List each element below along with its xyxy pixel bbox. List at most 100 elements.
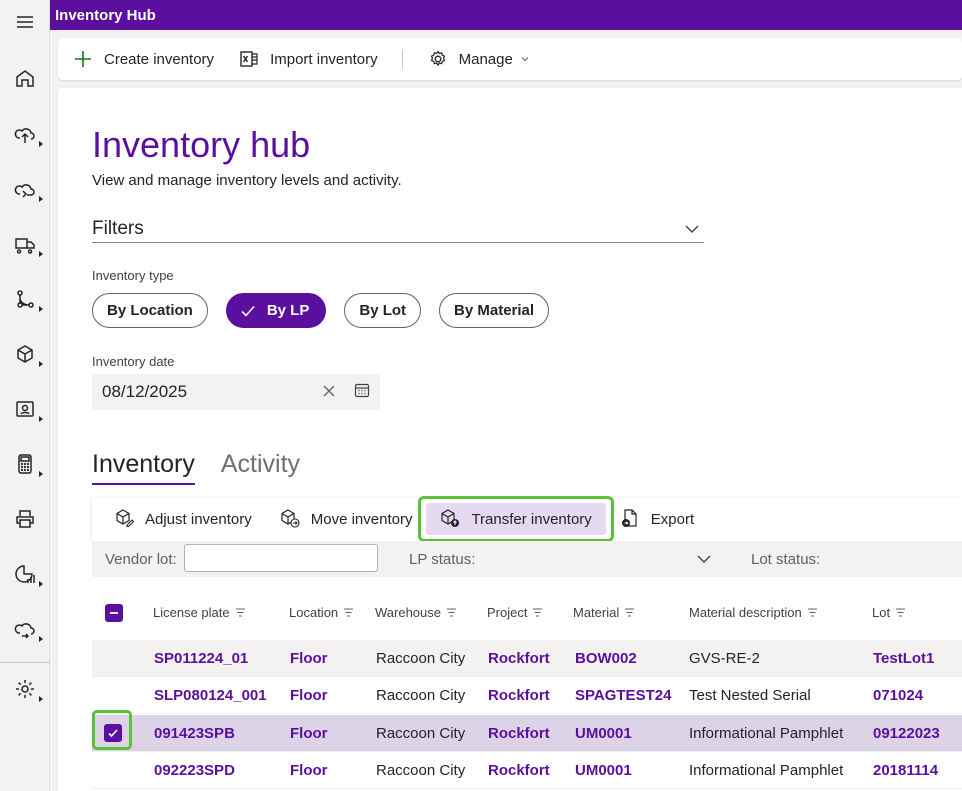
material-link[interactable]: UM0001 bbox=[575, 725, 632, 742]
pill-label: By Lot bbox=[359, 302, 407, 319]
rail-cloud-sync[interactable] bbox=[0, 607, 50, 651]
page-title: Inventory hub bbox=[92, 124, 311, 165]
checkmark-icon bbox=[108, 729, 118, 738]
export-label: Export bbox=[650, 510, 695, 528]
lot-link[interactable]: 20181114 bbox=[873, 762, 938, 779]
create-inventory-label: Create inventory bbox=[104, 50, 215, 68]
license-plate-link[interactable]: SLP080124_001 bbox=[154, 687, 267, 704]
rail-workflow[interactable] bbox=[0, 277, 50, 321]
export-button[interactable]: Export bbox=[620, 497, 694, 541]
import-inventory-button[interactable]: Import inventory bbox=[238, 38, 378, 80]
table-row-selected[interactable]: 091423SPB Floor Raccoon City Rockfort UM… bbox=[92, 710, 962, 752]
column-header-label: Warehouse bbox=[375, 605, 441, 620]
vendor-lot-input[interactable] bbox=[184, 544, 378, 572]
chevron-down-icon[interactable] bbox=[696, 551, 712, 567]
clear-icon[interactable] bbox=[320, 382, 338, 400]
vendor-lot-label: Vendor lot: bbox=[105, 550, 177, 568]
location-link[interactable]: Floor bbox=[290, 650, 328, 667]
adjust-inventory-label: Adjust inventory bbox=[145, 510, 252, 528]
column-filter-row: Vendor lot: LP status: Lot status: bbox=[92, 541, 962, 577]
analytics-icon bbox=[15, 565, 35, 583]
project-link[interactable]: Rockfort bbox=[488, 725, 550, 742]
column-header-label: Location bbox=[289, 605, 339, 620]
license-plate-link[interactable]: 091423SPB bbox=[154, 725, 235, 742]
calculator-icon bbox=[18, 454, 32, 474]
column-header-location[interactable]: Location bbox=[289, 605, 354, 620]
material-link[interactable]: BOW002 bbox=[575, 650, 637, 667]
rail-cloud-import[interactable] bbox=[0, 167, 50, 211]
rail-analytics[interactable] bbox=[0, 552, 50, 596]
material-link[interactable]: SPAGTEST24 bbox=[575, 687, 671, 704]
rail-shipping[interactable] bbox=[0, 222, 50, 266]
location-link[interactable]: Floor bbox=[290, 687, 328, 704]
column-header-lot[interactable]: Lot bbox=[872, 605, 906, 620]
manage-label: Manage bbox=[458, 50, 513, 68]
table-row[interactable]: 092223SPD Floor Raccoon City Rockfort UM… bbox=[92, 752, 962, 789]
calendar-icon[interactable] bbox=[354, 382, 370, 398]
cloud-sync-icon bbox=[14, 623, 35, 639]
tab-activity[interactable]: Activity bbox=[221, 450, 300, 485]
pill-by-lp[interactable]: By LP bbox=[225, 293, 327, 328]
row-checkbox[interactable] bbox=[104, 724, 122, 742]
column-header-label: Material bbox=[573, 605, 620, 620]
filter-icon bbox=[807, 608, 817, 617]
rail-print[interactable] bbox=[0, 497, 50, 541]
rail-upload[interactable] bbox=[0, 112, 50, 156]
table-header: License plate Location Warehouse Project… bbox=[92, 594, 962, 630]
lot-link[interactable]: 071024 bbox=[873, 687, 923, 704]
lot-link[interactable]: 09122023 bbox=[873, 725, 940, 742]
tab-inventory[interactable]: Inventory bbox=[92, 450, 195, 485]
checkmark-icon bbox=[241, 305, 255, 317]
badge-icon bbox=[16, 401, 34, 417]
filters-expander[interactable]: Filters bbox=[92, 215, 704, 243]
create-inventory-button[interactable]: Create inventory bbox=[72, 38, 214, 80]
table-row[interactable]: SP011224_01 Floor Raccoon City Rockfort … bbox=[92, 640, 962, 677]
pill-by-location[interactable]: By Location bbox=[92, 293, 208, 328]
filters-label: Filters bbox=[92, 217, 144, 239]
filter-icon bbox=[625, 608, 635, 617]
rail-home[interactable] bbox=[0, 56, 50, 100]
project-link[interactable]: Rockfort bbox=[488, 650, 550, 667]
tab-strip: Inventory Activity bbox=[92, 450, 300, 485]
location-link[interactable]: Floor bbox=[290, 762, 328, 779]
rail-settings[interactable] bbox=[0, 667, 50, 711]
column-header-label: License plate bbox=[153, 605, 230, 620]
grid-toolbar: Adjust inventory Move inventory Transfer… bbox=[92, 496, 962, 542]
move-inventory-button[interactable]: Move inventory bbox=[280, 497, 412, 541]
project-link[interactable]: Rockfort bbox=[488, 687, 550, 704]
inventory-date-field[interactable]: 08/12/2025 bbox=[92, 374, 380, 410]
lot-link[interactable]: TestLot1 bbox=[873, 650, 934, 667]
rail-calculator[interactable] bbox=[0, 442, 50, 486]
manage-dropdown[interactable]: Manage bbox=[427, 38, 529, 80]
column-header-label: Lot bbox=[872, 605, 891, 620]
transfer-inventory-label: Transfer inventory bbox=[471, 510, 592, 528]
command-divider bbox=[401, 49, 403, 69]
material-link[interactable]: UM0001 bbox=[575, 762, 632, 779]
cube-icon bbox=[17, 345, 33, 363]
inventory-date-label: Inventory date bbox=[92, 354, 175, 369]
menu-button[interactable] bbox=[0, 0, 50, 44]
column-header-material-description[interactable]: Material description bbox=[689, 605, 818, 620]
column-header-warehouse[interactable]: Warehouse bbox=[375, 605, 457, 620]
project-link[interactable]: Rockfort bbox=[488, 762, 550, 779]
menu-icon bbox=[17, 16, 33, 28]
location-link[interactable]: Floor bbox=[290, 725, 328, 742]
select-all-checkbox[interactable] bbox=[105, 604, 123, 622]
column-header-project[interactable]: Project bbox=[487, 605, 543, 620]
transfer-inventory-button[interactable]: Transfer inventory bbox=[418, 496, 614, 542]
rail-contacts[interactable] bbox=[0, 387, 50, 431]
license-plate-link[interactable]: 092223SPD bbox=[154, 762, 235, 779]
pill-by-material[interactable]: By Material bbox=[439, 293, 550, 328]
gear-icon bbox=[430, 50, 445, 67]
license-plate-link[interactable]: SP011224_01 bbox=[154, 650, 248, 667]
pill-by-lot[interactable]: By Lot bbox=[344, 293, 422, 328]
rail-materials[interactable] bbox=[0, 332, 50, 376]
adjust-inventory-button[interactable]: Adjust inventory bbox=[114, 497, 252, 541]
table-row[interactable]: SLP080124_001 Floor Raccoon City Rockfor… bbox=[92, 677, 962, 714]
main-panel: Inventory hub View and manage inventory … bbox=[58, 88, 962, 791]
warehouse-cell: Raccoon City bbox=[376, 687, 466, 704]
truck-icon bbox=[15, 238, 35, 254]
filter-icon bbox=[235, 608, 245, 617]
column-header-material[interactable]: Material bbox=[573, 605, 635, 620]
column-header-license-plate[interactable]: License plate bbox=[153, 605, 246, 620]
